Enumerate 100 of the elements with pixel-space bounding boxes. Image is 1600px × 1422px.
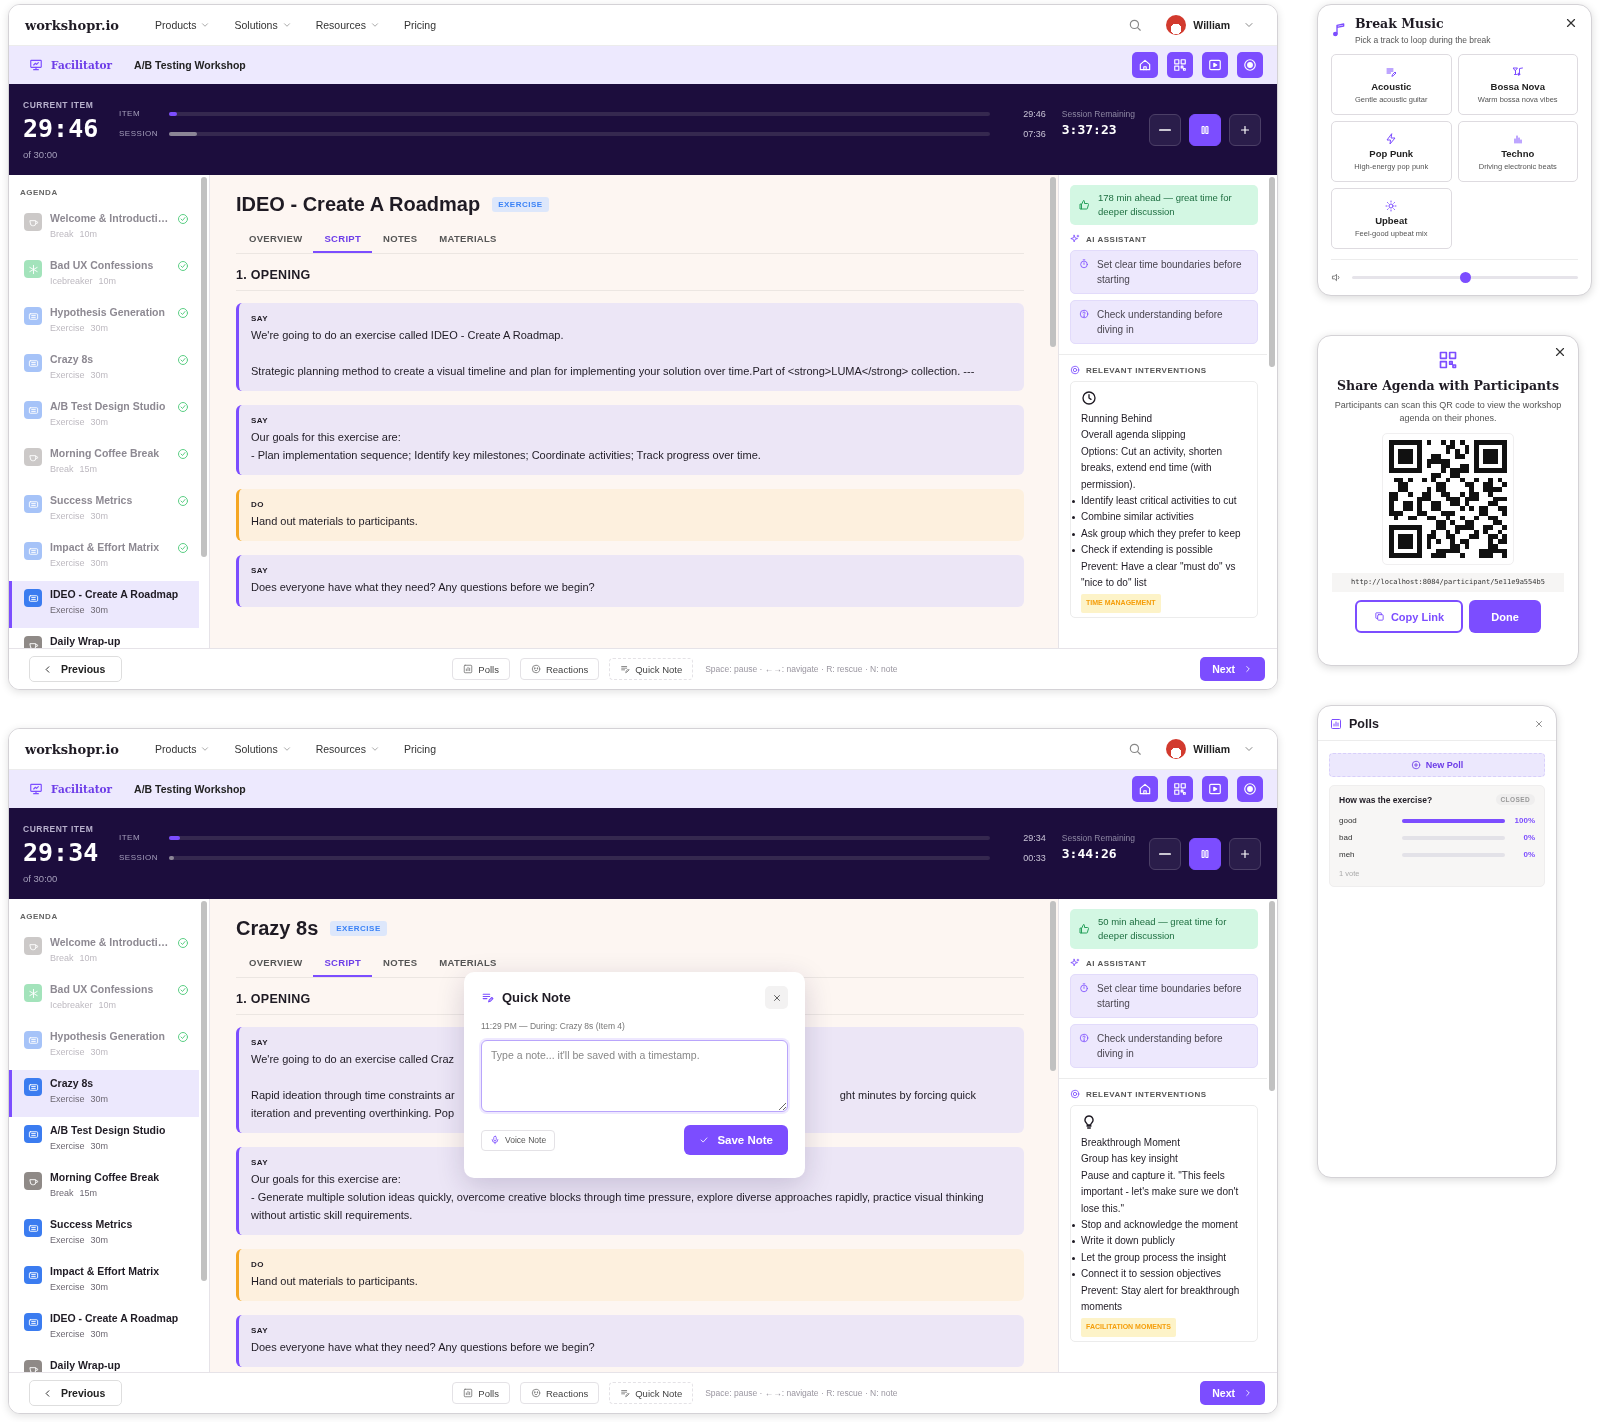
copy-link-button[interactable]: Copy Link bbox=[1355, 600, 1463, 633]
voice-note-button[interactable]: Voice Note bbox=[481, 1129, 556, 1151]
agenda-item[interactable]: IDEO - Create A Roadmap Exercise 30m bbox=[9, 1305, 199, 1352]
nav-menu-item[interactable]: Products bbox=[145, 739, 221, 759]
tab[interactable]: NOTES bbox=[372, 225, 429, 253]
reactions-button[interactable]: Reactions bbox=[519, 1382, 600, 1404]
agenda-item[interactable]: Hypothesis Generation Exercise 30m bbox=[9, 299, 199, 346]
pause-button[interactable] bbox=[1189, 837, 1221, 870]
agenda-item[interactable]: Hypothesis Generation Exercise 30m bbox=[9, 1023, 199, 1070]
close-button[interactable] bbox=[1564, 16, 1578, 30]
plus-circle-icon bbox=[1410, 760, 1421, 770]
polls-button[interactable]: Polls bbox=[452, 658, 510, 680]
scrollbar[interactable] bbox=[1050, 901, 1056, 1071]
suggestion-card[interactable]: Check understanding before diving in bbox=[1070, 1024, 1258, 1068]
home-button[interactable] bbox=[1132, 776, 1158, 802]
agenda-item[interactable]: Bad UX Confessions Icebreaker 10m bbox=[9, 252, 199, 299]
previous-button[interactable]: Previous bbox=[29, 656, 123, 682]
present-button[interactable] bbox=[1202, 52, 1228, 78]
present-button[interactable] bbox=[1202, 776, 1228, 802]
save-note-button[interactable]: Save Note bbox=[684, 1125, 788, 1155]
agenda-item-icon bbox=[24, 448, 42, 466]
agenda-item-title: Impact & Effort Matrix bbox=[50, 541, 161, 553]
item-type: Break bbox=[50, 953, 74, 963]
new-poll-button[interactable]: New Poll bbox=[1329, 753, 1545, 777]
nav-menu-item[interactable]: Products bbox=[145, 15, 221, 35]
timer-label: CURRENT ITEM bbox=[23, 823, 95, 834]
minus-button[interactable] bbox=[1149, 837, 1181, 870]
agenda-item[interactable]: Welcome & Introducti… Break 10m bbox=[9, 929, 199, 976]
done-button[interactable]: Done bbox=[1469, 600, 1541, 633]
minus-button[interactable] bbox=[1149, 113, 1181, 146]
nav-menu-item[interactable]: Resources bbox=[305, 739, 390, 759]
qr-code-button[interactable] bbox=[1167, 52, 1193, 78]
item-type: Break bbox=[50, 229, 74, 239]
quick-note-button[interactable]: Quick Note bbox=[609, 658, 694, 680]
agenda-heading: AGENDA bbox=[19, 911, 59, 923]
plus-button[interactable] bbox=[1229, 837, 1261, 870]
tab[interactable]: MATERIALS bbox=[428, 949, 508, 977]
note-timestamp: 11:29 PM — During: Crazy 8s (Item 4) bbox=[481, 1021, 626, 1031]
qr-code-button[interactable] bbox=[1167, 776, 1193, 802]
tab[interactable]: NOTES bbox=[372, 949, 429, 977]
polls-button[interactable]: Polls bbox=[452, 1382, 510, 1404]
scrollbar[interactable] bbox=[201, 177, 207, 557]
record-button[interactable] bbox=[1237, 776, 1263, 802]
remaining-time: 3:44:26 bbox=[1061, 845, 1118, 861]
target-icon bbox=[1070, 1089, 1080, 1099]
logo[interactable]: workshopr.io bbox=[25, 17, 120, 33]
close-icon bbox=[1553, 345, 1567, 359]
tab[interactable]: SCRIPT bbox=[313, 225, 373, 253]
user-menu[interactable]: William bbox=[1160, 738, 1261, 760]
logo[interactable]: workshopr.io bbox=[25, 741, 120, 757]
agenda-item[interactable]: Welcome & Introducti… Break 10m bbox=[9, 205, 199, 252]
agenda-item[interactable]: Bad UX Confessions Icebreaker 10m bbox=[9, 976, 199, 1023]
tab[interactable]: OVERVIEW bbox=[238, 949, 314, 977]
close-button[interactable] bbox=[1553, 345, 1567, 359]
suggestion-card[interactable]: Check understanding before diving in bbox=[1070, 300, 1258, 344]
nav-menu-item[interactable]: Resources bbox=[305, 15, 390, 35]
agenda-item-icon bbox=[24, 401, 42, 419]
script-text: Does everyone have what they need? Any questions before we begin? bbox=[251, 1340, 596, 1355]
scrollbar[interactable] bbox=[201, 901, 207, 1281]
tab[interactable]: OVERVIEW bbox=[238, 225, 314, 253]
scrollbar[interactable] bbox=[1050, 177, 1056, 347]
plus-button[interactable] bbox=[1229, 113, 1261, 146]
home-button[interactable] bbox=[1132, 52, 1158, 78]
tab[interactable]: MATERIALS bbox=[428, 225, 508, 253]
progress-label: SESSION bbox=[119, 853, 160, 862]
note-input[interactable]: Type a note... it'll be saved with a timestamp. bbox=[481, 1040, 788, 1112]
previous-button[interactable]: Previous bbox=[29, 1380, 123, 1406]
script-text: Hand out materials to participants. bbox=[251, 514, 419, 529]
next-button[interactable]: Next bbox=[1200, 1381, 1265, 1405]
reactions-button[interactable]: Reactions bbox=[519, 658, 600, 680]
next-button[interactable]: Next bbox=[1200, 657, 1265, 681]
agenda-item-title: Welcome & Introducti… bbox=[50, 936, 169, 948]
nav-menu-item[interactable]: Pricing bbox=[393, 15, 446, 35]
nav-menu-item[interactable]: Pricing bbox=[393, 739, 446, 759]
scrollbar[interactable] bbox=[1269, 177, 1275, 367]
nav-menu-item[interactable]: Solutions bbox=[224, 15, 302, 35]
check-circle-icon bbox=[177, 495, 189, 507]
slider-thumb[interactable] bbox=[1460, 272, 1471, 283]
user-menu[interactable]: William bbox=[1160, 14, 1261, 36]
tab[interactable]: SCRIPT bbox=[313, 949, 373, 977]
pause-button[interactable] bbox=[1189, 113, 1221, 146]
agenda-item[interactable]: Crazy 8s Exercise 30m bbox=[9, 346, 199, 393]
agenda-item[interactable]: Impact & Effort Matrix Exercise 30m bbox=[9, 1258, 199, 1305]
agenda-item[interactable]: IDEO - Create A Roadmap Exercise 30m bbox=[9, 581, 199, 628]
home-icon bbox=[1138, 58, 1152, 72]
suggestion-card[interactable]: Set clear time boundaries before starting bbox=[1070, 250, 1258, 294]
agenda-item[interactable]: Morning Coffee Break Break 15m bbox=[9, 1164, 199, 1211]
item-type: Exercise bbox=[50, 605, 85, 615]
agenda-item[interactable]: A/B Test Design Studio Exercise 30m bbox=[9, 1117, 199, 1164]
quick-note-button[interactable]: Quick Note bbox=[609, 1382, 694, 1404]
suggestion-card[interactable]: Set clear time boundaries before starting bbox=[1070, 974, 1258, 1018]
scrollbar[interactable] bbox=[1269, 901, 1275, 1091]
agenda-item[interactable]: Success Metrics Exercise 30m bbox=[9, 487, 199, 534]
agenda-item[interactable]: Crazy 8s Exercise 30m bbox=[9, 1070, 199, 1117]
agenda-item[interactable]: Success Metrics Exercise 30m bbox=[9, 1211, 199, 1258]
chart-icon bbox=[463, 664, 474, 674]
note-icon bbox=[620, 1388, 631, 1398]
record-button[interactable] bbox=[1237, 52, 1263, 78]
nav-menu-item[interactable]: Solutions bbox=[224, 739, 302, 759]
microphone-icon bbox=[490, 1135, 500, 1145]
